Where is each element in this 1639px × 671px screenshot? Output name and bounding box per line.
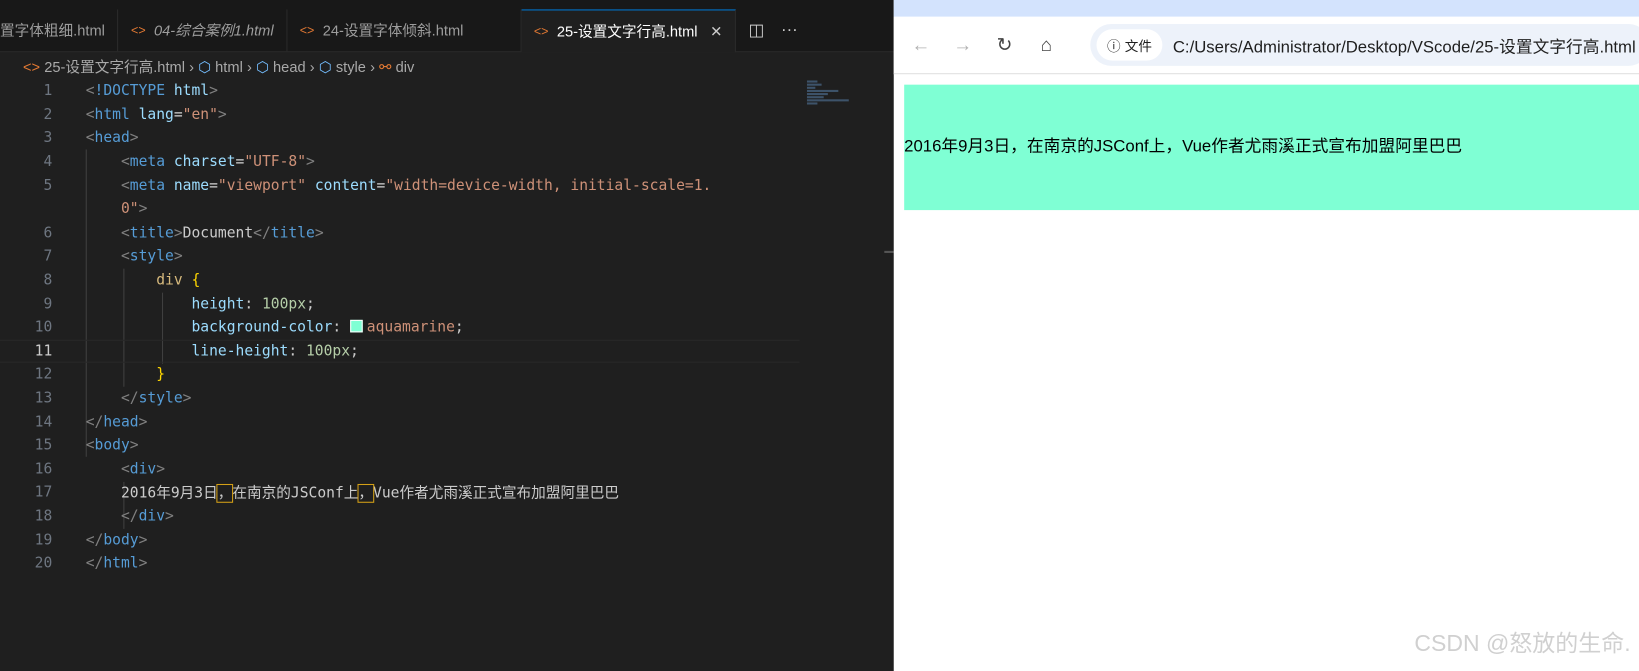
line-number: 8 bbox=[43, 271, 53, 289]
line-number: 6 bbox=[43, 224, 53, 242]
line-number: 2 bbox=[43, 106, 53, 124]
cube-icon: ⬡ bbox=[318, 58, 332, 75]
color-swatch[interactable] bbox=[350, 320, 363, 333]
line-number: 18 bbox=[34, 507, 53, 525]
line-number: 19 bbox=[34, 531, 53, 549]
line-number: 10 bbox=[34, 319, 53, 336]
line-number: 16 bbox=[34, 460, 53, 478]
line-number: 15 bbox=[34, 437, 53, 454]
tab-0[interactable]: 置字体粗细.html bbox=[0, 9, 119, 52]
info-icon: ⓘ bbox=[1106, 38, 1121, 54]
minimap[interactable] bbox=[806, 79, 849, 121]
tab-1[interactable]: <> 04-综合案例1.html bbox=[118, 9, 288, 52]
line-number: 20 bbox=[34, 555, 53, 572]
browser-window: ← → ↻ ⌂ ⓘ 文件 C:/Users/Administrator/Deskt… bbox=[893, 0, 1639, 671]
tab-label: 04-综合案例1.html bbox=[154, 21, 274, 39]
scrollbar[interactable] bbox=[884, 250, 894, 253]
reload-icon[interactable]: ↻ bbox=[984, 34, 1026, 56]
breadcrumb: <> 25-设置文字行高.html › ⬡ html › ⬡ head › ⬡ style › … bbox=[23, 56, 414, 77]
line-number: 3 bbox=[43, 130, 53, 147]
cube-icon: ⬡ bbox=[256, 58, 269, 75]
browser-tab-strip bbox=[893, 0, 1639, 17]
html-file-icon: <> bbox=[299, 22, 315, 38]
line-number: 11 bbox=[34, 342, 53, 360]
line-number: 1 bbox=[43, 82, 53, 100]
back-icon[interactable]: ← bbox=[900, 34, 942, 56]
code-editor: 置字体粗细.html <> 04-综合案例1.html <> 24-设置字体倾斜.h… bbox=[0, 0, 894, 671]
chip-label: 文件 bbox=[1124, 38, 1152, 54]
editor-tabs: 置字体粗细.html <> 04-综合案例1.html <> 24-设置字体倾斜.h… bbox=[0, 9, 894, 53]
split-editor-icon[interactable]: ◫ bbox=[748, 20, 764, 41]
page-div: 2016年9月3日，在南京的JSConf上，Vue作者尤雨溪正式宣布加盟阿里巴巴 bbox=[904, 84, 1639, 211]
breadcrumb-item[interactable]: style bbox=[336, 59, 366, 76]
breadcrumb-item[interactable]: head bbox=[273, 59, 306, 76]
browser-toolbar: ← → ↻ ⌂ ⓘ 文件 C:/Users/Administrator/Deskt… bbox=[893, 16, 1639, 75]
tab-label: 25-设置文字行高.html bbox=[556, 22, 698, 40]
address-bar[interactable]: ⓘ 文件 C:/Users/Administrator/Desktop/VScod… bbox=[1090, 24, 1639, 66]
line-number: 13 bbox=[34, 389, 53, 407]
html-file-icon: <> bbox=[22, 58, 41, 76]
line-number: 17 bbox=[34, 484, 53, 502]
line-number: 12 bbox=[34, 366, 53, 384]
tab-2[interactable]: <> 24-设置字体倾斜.html bbox=[287, 9, 522, 52]
more-icon[interactable]: ··· bbox=[781, 21, 798, 40]
watermark: CSDN @怒放的生命. bbox=[1414, 630, 1631, 657]
line-number: 7 bbox=[43, 248, 53, 265]
css-selector-icon: ⚯ bbox=[379, 58, 392, 75]
line-number: 9 bbox=[43, 295, 53, 313]
line-number: 5 bbox=[43, 177, 53, 195]
forward-icon[interactable]: → bbox=[942, 34, 984, 56]
line-number: 4 bbox=[43, 153, 53, 171]
home-icon[interactable]: ⌂ bbox=[1025, 34, 1067, 56]
breadcrumb-item[interactable]: div bbox=[396, 59, 415, 76]
code-area[interactable]: 1 <!DOCTYPE html> 2 <html lang="en"> 3 <hea… bbox=[0, 79, 800, 575]
site-info-chip[interactable]: ⓘ 文件 bbox=[1096, 29, 1163, 61]
html-file-icon: <> bbox=[131, 22, 146, 38]
breadcrumb-item[interactable]: html bbox=[215, 59, 243, 76]
breadcrumb-item[interactable]: 25-设置文字行高.html bbox=[44, 56, 185, 77]
tab-3-active[interactable]: <> 25-设置文字行高.html ✕ bbox=[521, 9, 736, 53]
close-icon[interactable]: ✕ bbox=[710, 22, 722, 40]
tab-label: 置字体粗细.html bbox=[0, 21, 105, 39]
cube-icon: ⬡ bbox=[198, 58, 211, 75]
tab-label: 24-设置字体倾斜.html bbox=[322, 21, 464, 39]
line-number: 14 bbox=[34, 413, 53, 431]
html-file-icon: <> bbox=[533, 24, 549, 39]
url-text[interactable]: C:/Users/Administrator/Desktop/VScode/25… bbox=[1173, 32, 1636, 57]
